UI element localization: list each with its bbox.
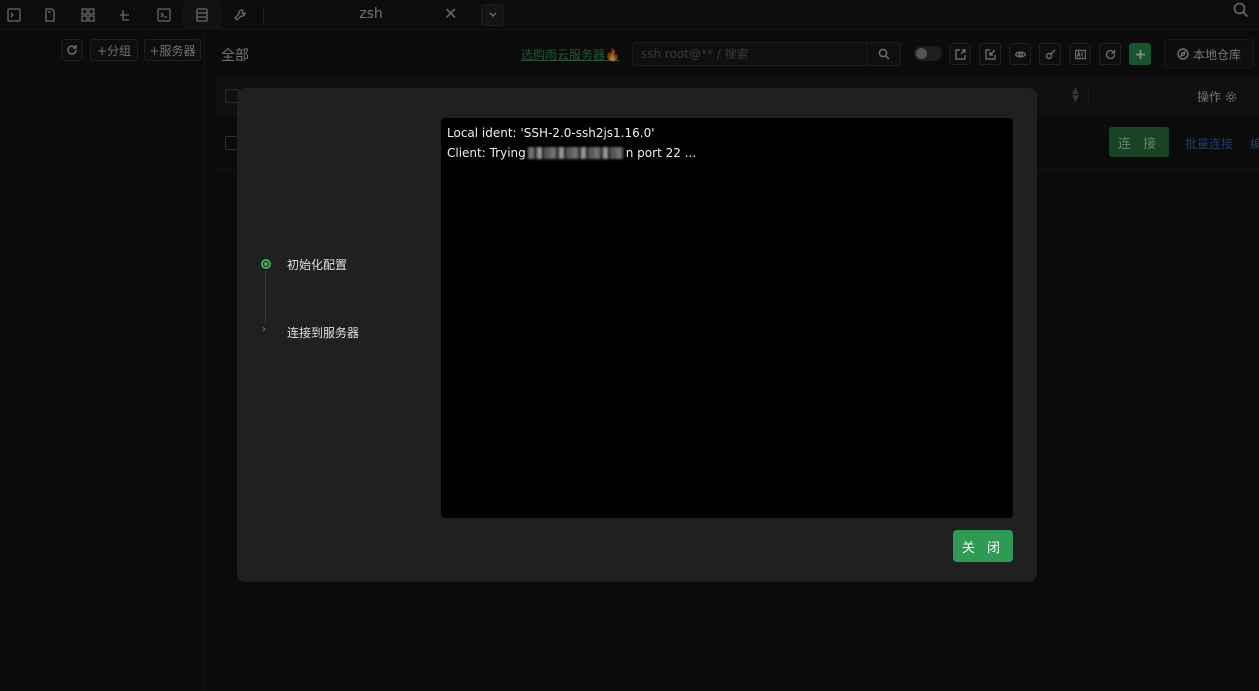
redacted-host	[527, 147, 624, 159]
terminal-line: Local ident: 'SSH-2.0-ssh2js1.16.0'	[447, 125, 1007, 145]
step-active-icon	[261, 259, 271, 269]
step-connect-server: 连接到服务器	[287, 326, 360, 340]
terminal-line-suffix: n port 22 ...	[625, 146, 697, 160]
connection-dialog: 初始化配置 › 连接到服务器 Local ident: 'SSH-2.0-ssh…	[237, 88, 1037, 582]
close-button[interactable]: 关 闭	[953, 530, 1013, 562]
terminal-line-prefix: Client: Trying	[447, 146, 526, 160]
terminal-line-text: Local ident: 'SSH-2.0-ssh2js1.16.0'	[447, 126, 655, 140]
step-connector	[265, 271, 266, 323]
terminal-output[interactable]: Local ident: 'SSH-2.0-ssh2js1.16.0' Clie…	[441, 118, 1013, 518]
terminal-line: Client: Trying n port 22 ...	[447, 145, 1007, 165]
chevron-right-icon: ›	[262, 324, 266, 335]
step-init-config: 初始化配置	[287, 258, 348, 272]
